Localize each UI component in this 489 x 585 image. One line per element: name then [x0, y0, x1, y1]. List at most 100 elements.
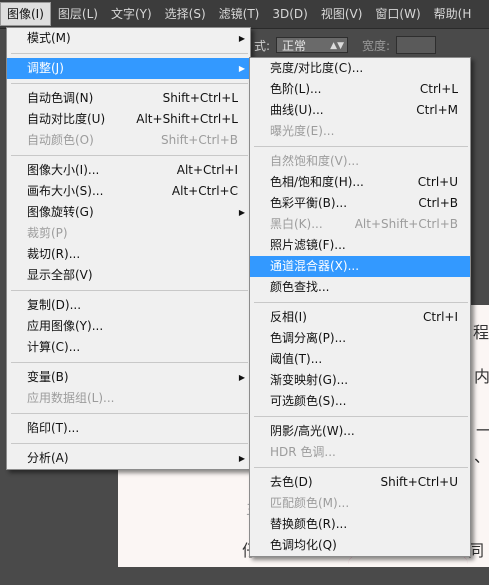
- menu-item-label: 反相(I): [270, 310, 307, 324]
- adjust-menu-item: 匹配颜色(M)...: [250, 493, 470, 514]
- menubar-item[interactable]: 滤镜(T): [213, 2, 266, 26]
- menu-shortcut: Ctrl+I: [423, 310, 458, 324]
- menu-item-label: 阈值(T)...: [270, 352, 323, 366]
- mode-value: 正常: [282, 39, 307, 53]
- adjust-menu-item[interactable]: 色彩平衡(B)... Ctrl+B: [250, 193, 470, 214]
- adjust-menu-item[interactable]: 照片滤镜(F)...: [250, 235, 470, 256]
- menu-item-label: 自动对比度(U): [27, 112, 106, 126]
- menu-item-label: 陷印(T)...: [27, 421, 80, 435]
- adjustments-submenu: 亮度/对比度(C)... 色阶(L)... Ctrl+L 曲线(U)... Ctrl+M…: [249, 57, 471, 557]
- spinner-arrows-icon: ▲▼: [330, 41, 344, 51]
- menu-item-label: 色调均化(Q): [270, 538, 337, 552]
- image-menu-item[interactable]: 自动对比度(U) Alt+Shift+Ctrl+L: [7, 109, 250, 130]
- adjust-menu-item[interactable]: 阴影/高光(W)...: [250, 421, 470, 442]
- menu-shortcut: Ctrl+B: [418, 196, 458, 210]
- menu-shortcut: Shift+Ctrl+B: [161, 133, 238, 147]
- width-label: 宽度:: [362, 38, 391, 53]
- menu-item-label: 颜色查找...: [270, 280, 330, 294]
- menubar-item[interactable]: 图层(L): [52, 2, 104, 26]
- menubar-item[interactable]: 图像(I): [0, 2, 51, 26]
- adjust-menu-item[interactable]: 色调均化(Q): [250, 535, 470, 556]
- menubar-item[interactable]: 选择(S): [159, 2, 212, 26]
- submenu-arrow-icon: ▶: [238, 208, 245, 217]
- menu-separator: [11, 362, 248, 363]
- menu-separator: [11, 290, 248, 291]
- menu-separator: [11, 83, 248, 84]
- image-menu-item[interactable]: 分析(A) ▶: [7, 448, 250, 469]
- adjust-menu-item[interactable]: 色相/饱和度(H)... Ctrl+U: [250, 172, 470, 193]
- menu-item-label: 色阶(L)...: [270, 82, 322, 96]
- adjust-menu-item[interactable]: 阈值(T)...: [250, 349, 470, 370]
- menu-item-label: 曝光度(E)...: [270, 124, 335, 138]
- image-menu-item[interactable]: 自动色调(N) Shift+Ctrl+L: [7, 88, 250, 109]
- image-menu-item: 应用数据组(L)...: [7, 388, 250, 409]
- mode-select[interactable]: 正常 ▲▼: [276, 37, 348, 53]
- menu-separator: [254, 146, 468, 147]
- menu-shortcut: Ctrl+L: [419, 82, 458, 96]
- image-menu-item[interactable]: 图像大小(I)... Alt+Ctrl+I: [7, 160, 250, 181]
- image-menu-item[interactable]: 陷印(T)...: [7, 418, 250, 439]
- menu-separator: [11, 53, 248, 54]
- menubar-item[interactable]: 帮助(H: [428, 2, 478, 26]
- image-menu-item[interactable]: 图像旋转(G) ▶: [7, 202, 250, 223]
- menu-item-label: 渐变映射(G)...: [270, 373, 349, 387]
- menu-item-label: 色彩平衡(B)...: [270, 196, 348, 210]
- adjust-menu-item[interactable]: 曲线(U)... Ctrl+M: [250, 100, 470, 121]
- image-menu-item[interactable]: 显示全部(V): [7, 265, 250, 286]
- menu-separator: [254, 467, 468, 468]
- adjust-menu-item[interactable]: 色调分离(P)...: [250, 328, 470, 349]
- menu-shortcut: Alt+Ctrl+C: [171, 184, 238, 198]
- adjust-menu-item[interactable]: 去色(D) Shift+Ctrl+U: [250, 472, 470, 493]
- adjust-menu-item[interactable]: 可选颜色(S)...: [250, 391, 470, 412]
- image-menu-item[interactable]: 计算(C)...: [7, 337, 250, 358]
- menu-item-label: 亮度/对比度(C)...: [270, 61, 364, 75]
- menu-item-label: 图像大小(I)...: [27, 163, 100, 177]
- adjust-menu-item[interactable]: 亮度/对比度(C)...: [250, 58, 470, 79]
- menu-item-label: 替换颜色(R)...: [270, 517, 348, 531]
- submenu-arrow-icon: ▶: [238, 34, 245, 43]
- adjust-menu-item[interactable]: 反相(I) Ctrl+I: [250, 307, 470, 328]
- menu-shortcut: Ctrl+U: [417, 175, 458, 189]
- menu-separator: [11, 155, 248, 156]
- canvas-text-fragment: 一: [476, 421, 489, 440]
- submenu-arrow-icon: ▶: [238, 64, 245, 73]
- image-menu-item[interactable]: 变量(B) ▶: [7, 367, 250, 388]
- menu-item-label: 曲线(U)...: [270, 103, 324, 117]
- image-menu-item[interactable]: 调整(J) ▶: [7, 58, 250, 79]
- width-input[interactable]: [396, 36, 437, 54]
- menu-item-label: 色调分离(P)...: [270, 331, 347, 345]
- menu-separator: [11, 443, 248, 444]
- menu-item-label: 裁切(R)...: [27, 247, 81, 261]
- image-menu-item[interactable]: 应用图像(Y)...: [7, 316, 250, 337]
- menu-item-label: 变量(B): [27, 370, 69, 384]
- menu-item-label: HDR 色调...: [270, 445, 336, 459]
- menu-item-label: 应用数据组(L)...: [27, 391, 115, 405]
- menu-item-label: 图像旋转(G): [27, 205, 94, 219]
- menubar-item[interactable]: 窗口(W): [369, 2, 426, 26]
- image-menu-item[interactable]: 裁切(R)...: [7, 244, 250, 265]
- adjust-menu-item: 自然饱和度(V)...: [250, 151, 470, 172]
- menu-item-label: 黑白(K)...: [270, 217, 323, 231]
- menubar-item[interactable]: 3D(D): [266, 2, 313, 26]
- adjust-menu-item[interactable]: 颜色查找...: [250, 277, 470, 298]
- menu-item-label: 调整(J): [27, 61, 64, 75]
- image-menu-item[interactable]: 模式(M) ▶: [7, 28, 250, 49]
- menubar-item[interactable]: 文字(Y): [105, 2, 158, 26]
- submenu-arrow-icon: ▶: [238, 373, 245, 382]
- options-bar: 式: 正常 ▲▼ 宽度:: [248, 33, 489, 57]
- menu-item-label: 色相/饱和度(H)...: [270, 175, 364, 189]
- image-menu-item[interactable]: 画布大小(S)... Alt+Ctrl+C: [7, 181, 250, 202]
- image-menu-item[interactable]: 复制(D)...: [7, 295, 250, 316]
- adjust-menu-item[interactable]: 替换颜色(R)...: [250, 514, 470, 535]
- menu-shortcut: Shift+Ctrl+L: [162, 91, 238, 105]
- menu-item-label: 裁剪(P): [27, 226, 68, 240]
- canvas-text-fragment: 、: [474, 447, 489, 466]
- menu-item-label: 复制(D)...: [27, 298, 82, 312]
- menubar-item[interactable]: 视图(V): [315, 2, 369, 26]
- adjust-menu-item[interactable]: 通道混合器(X)...: [250, 256, 470, 277]
- adjust-menu-item: HDR 色调...: [250, 442, 470, 463]
- adjust-menu-item[interactable]: 色阶(L)... Ctrl+L: [250, 79, 470, 100]
- adjust-menu-item[interactable]: 渐变映射(G)...: [250, 370, 470, 391]
- menu-item-label: 可选颜色(S)...: [270, 394, 347, 408]
- menu-item-label: 分析(A): [27, 451, 69, 465]
